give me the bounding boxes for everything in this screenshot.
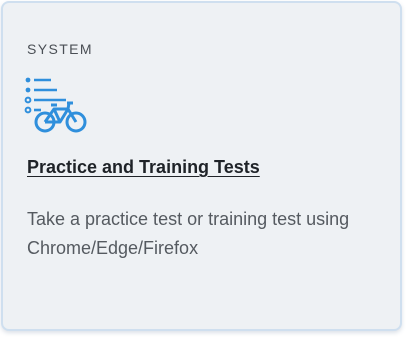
- card-title-link[interactable]: Practice and Training Tests: [27, 155, 260, 179]
- card-category-label: SYSTEM: [27, 41, 93, 57]
- card-description: Take a practice test or training test us…: [27, 209, 350, 258]
- practice-training-card[interactable]: SYSTEM Practice and Training Tests Take …: [1, 1, 402, 331]
- checklist-bicycle-icon: [24, 77, 87, 133]
